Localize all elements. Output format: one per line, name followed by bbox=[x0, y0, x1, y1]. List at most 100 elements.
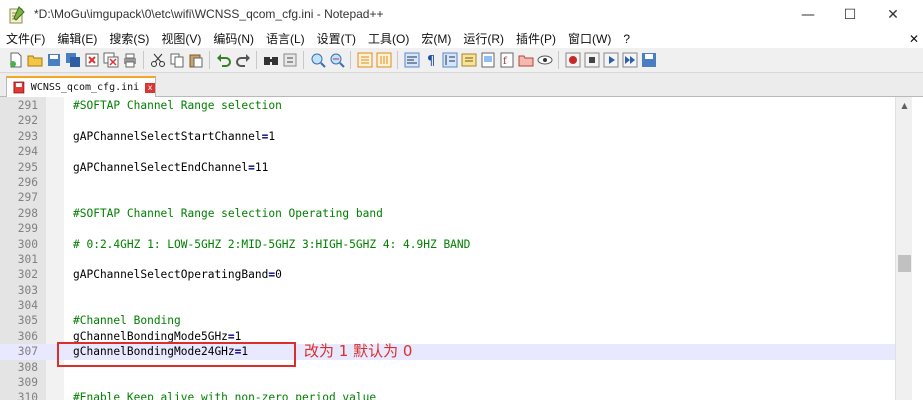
menu-encoding[interactable]: 编码(N) bbox=[207, 30, 260, 48]
line-number: 299 bbox=[17, 222, 38, 236]
code-token-comment: #Channel Bonding bbox=[73, 314, 181, 328]
code-line[interactable]: 309 bbox=[0, 375, 895, 390]
print-icon[interactable] bbox=[122, 52, 138, 68]
find-icon[interactable] bbox=[263, 52, 279, 68]
folder-as-workspace-icon[interactable] bbox=[518, 52, 534, 68]
udl-icon[interactable] bbox=[461, 52, 477, 68]
line-number: 304 bbox=[17, 299, 38, 313]
code-line[interactable]: 310 #Enable Keep alive with non-zero peri… bbox=[0, 390, 895, 400]
minimize-button[interactable]: — bbox=[785, 0, 831, 30]
code-line[interactable]: 304 bbox=[0, 298, 895, 313]
line-number: 300 bbox=[17, 237, 38, 251]
menu-tools[interactable]: 工具(O) bbox=[362, 30, 415, 48]
menu-language[interactable]: 语言(L) bbox=[260, 30, 311, 48]
menu-file[interactable]: 文件(F) bbox=[0, 30, 51, 48]
line-content: #Channel Bonding bbox=[73, 313, 181, 328]
cut-icon[interactable] bbox=[150, 52, 166, 68]
copy-icon[interactable] bbox=[169, 52, 185, 68]
line-number: 293 bbox=[17, 129, 38, 143]
code-line[interactable]: 295 gAPChannelSelectEndChannel=11 bbox=[0, 160, 895, 175]
show-all-characters-icon[interactable]: ¶ bbox=[423, 52, 439, 68]
line-number: 302 bbox=[17, 268, 38, 282]
menu-view[interactable]: 视图(V) bbox=[155, 30, 207, 48]
close-window-button[interactable]: ✕ bbox=[870, 0, 916, 30]
editor-right-edge bbox=[912, 97, 923, 400]
code-line[interactable]: 292 bbox=[0, 113, 895, 128]
tab-close-icon[interactable]: x bbox=[145, 82, 155, 93]
menu-run[interactable]: 运行(R) bbox=[457, 30, 510, 48]
line-number: 294 bbox=[17, 145, 38, 159]
record-macro-icon[interactable] bbox=[565, 52, 581, 68]
line-number: 301 bbox=[17, 252, 38, 266]
undo-icon[interactable] bbox=[216, 52, 232, 68]
menu-plugins[interactable]: 插件(P) bbox=[510, 30, 562, 48]
replace-icon[interactable] bbox=[282, 52, 298, 68]
title-bar: *D:\MoGu\imgupack\0\etc\wifi\WCNSS_qcom_… bbox=[0, 0, 923, 30]
code-line[interactable]: 296 bbox=[0, 175, 895, 190]
toolbar-separator bbox=[209, 51, 210, 69]
code-line[interactable]: 301 bbox=[0, 252, 895, 267]
menu-edit[interactable]: 编辑(E) bbox=[51, 30, 103, 48]
close-file-icon[interactable] bbox=[84, 52, 100, 68]
save-icon[interactable] bbox=[46, 52, 62, 68]
code-token-normal: gAPChannelSelectStartChannel bbox=[73, 129, 262, 143]
paste-icon[interactable] bbox=[188, 52, 204, 68]
scroll-up-arrow-icon[interactable]: ▲ bbox=[896, 97, 913, 114]
stop-macro-icon[interactable] bbox=[584, 52, 600, 68]
monitoring-icon[interactable] bbox=[537, 52, 553, 68]
code-line[interactable]: 299 bbox=[0, 221, 895, 236]
line-number: 298 bbox=[17, 206, 38, 220]
redo-icon[interactable] bbox=[235, 52, 251, 68]
document-map-icon[interactable] bbox=[480, 52, 496, 68]
line-number: 295 bbox=[17, 160, 38, 174]
toolbar-separator bbox=[350, 51, 351, 69]
tab-label: WCNSS_qcom_cfg.ini bbox=[30, 82, 140, 93]
code-line[interactable]: 294 bbox=[0, 144, 895, 159]
zoom-in-icon[interactable] bbox=[310, 52, 326, 68]
tab-wcnss-qcom-cfg[interactable]: WCNSS_qcom_cfg.ini x bbox=[6, 76, 156, 97]
code-line[interactable]: 303 bbox=[0, 283, 895, 298]
scrollbar-thumb[interactable] bbox=[898, 255, 911, 272]
code-line[interactable]: 300 # 0:2.4GHZ 1: LOW-5GHZ 2:MID-5GHZ 3:H… bbox=[0, 237, 895, 252]
sync-vertical-icon[interactable] bbox=[357, 52, 373, 68]
close-all-icon[interactable] bbox=[103, 52, 119, 68]
editor-area[interactable]: 291 #SOFTAP Channel Range selection 292 293… bbox=[0, 97, 923, 400]
run-macro-multiple-icon[interactable] bbox=[622, 52, 638, 68]
unsaved-file-icon bbox=[13, 81, 25, 94]
code-token-comment: #SOFTAP Channel Range selection Operatin… bbox=[73, 206, 383, 220]
play-macro-icon[interactable] bbox=[603, 52, 619, 68]
code-line[interactable]: 302 gAPChannelSelectOperatingBand=0 bbox=[0, 267, 895, 282]
code-line[interactable]: 298 #SOFTAP Channel Range selection Opera… bbox=[0, 206, 895, 221]
maximize-button[interactable]: ☐ bbox=[827, 0, 873, 30]
line-number: 308 bbox=[17, 360, 38, 374]
window-title: *D:\MoGu\imgupack\0\etc\wifi\WCNSS_qcom_… bbox=[34, 7, 384, 21]
vertical-scrollbar[interactable]: ▲ bbox=[895, 97, 913, 400]
menu-search[interactable]: 搜索(S) bbox=[103, 30, 155, 48]
line-content: #SOFTAP Channel Range selection Operatin… bbox=[73, 206, 383, 221]
save-all-icon[interactable] bbox=[65, 52, 81, 68]
menu-window[interactable]: 窗口(W) bbox=[562, 30, 617, 48]
code-line[interactable]: 293 gAPChannelSelectStartChannel=1 bbox=[0, 129, 895, 144]
open-file-icon[interactable] bbox=[27, 52, 43, 68]
code-token-normal: 1 bbox=[234, 329, 242, 343]
function-list-icon[interactable]: f bbox=[499, 52, 515, 68]
line-number: 307 bbox=[17, 345, 38, 359]
line-number: 297 bbox=[17, 191, 38, 205]
menu-settings[interactable]: 设置(T) bbox=[311, 30, 362, 48]
code-line[interactable]: 297 bbox=[0, 190, 895, 205]
line-content: gAPChannelSelectOperatingBand=0 bbox=[73, 267, 282, 282]
line-content: gAPChannelSelectStartChannel=1 bbox=[73, 129, 275, 144]
code-line[interactable]: 291 #SOFTAP Channel Range selection bbox=[0, 98, 895, 113]
save-macro-icon[interactable] bbox=[641, 52, 657, 68]
code-line[interactable]: 305 #Channel Bonding bbox=[0, 313, 895, 328]
sync-horizontal-icon[interactable] bbox=[376, 52, 392, 68]
menu-macro[interactable]: 宏(M) bbox=[415, 30, 457, 48]
word-wrap-icon[interactable] bbox=[404, 52, 420, 68]
menu-help[interactable]: ? bbox=[617, 30, 636, 48]
indent-guide-icon[interactable] bbox=[442, 52, 458, 68]
new-file-icon[interactable] bbox=[8, 52, 24, 68]
code-token-op: = bbox=[227, 329, 235, 343]
line-number: 292 bbox=[17, 114, 38, 128]
zoom-out-icon[interactable] bbox=[329, 52, 345, 68]
close-document-button[interactable]: ✕ bbox=[903, 30, 923, 48]
